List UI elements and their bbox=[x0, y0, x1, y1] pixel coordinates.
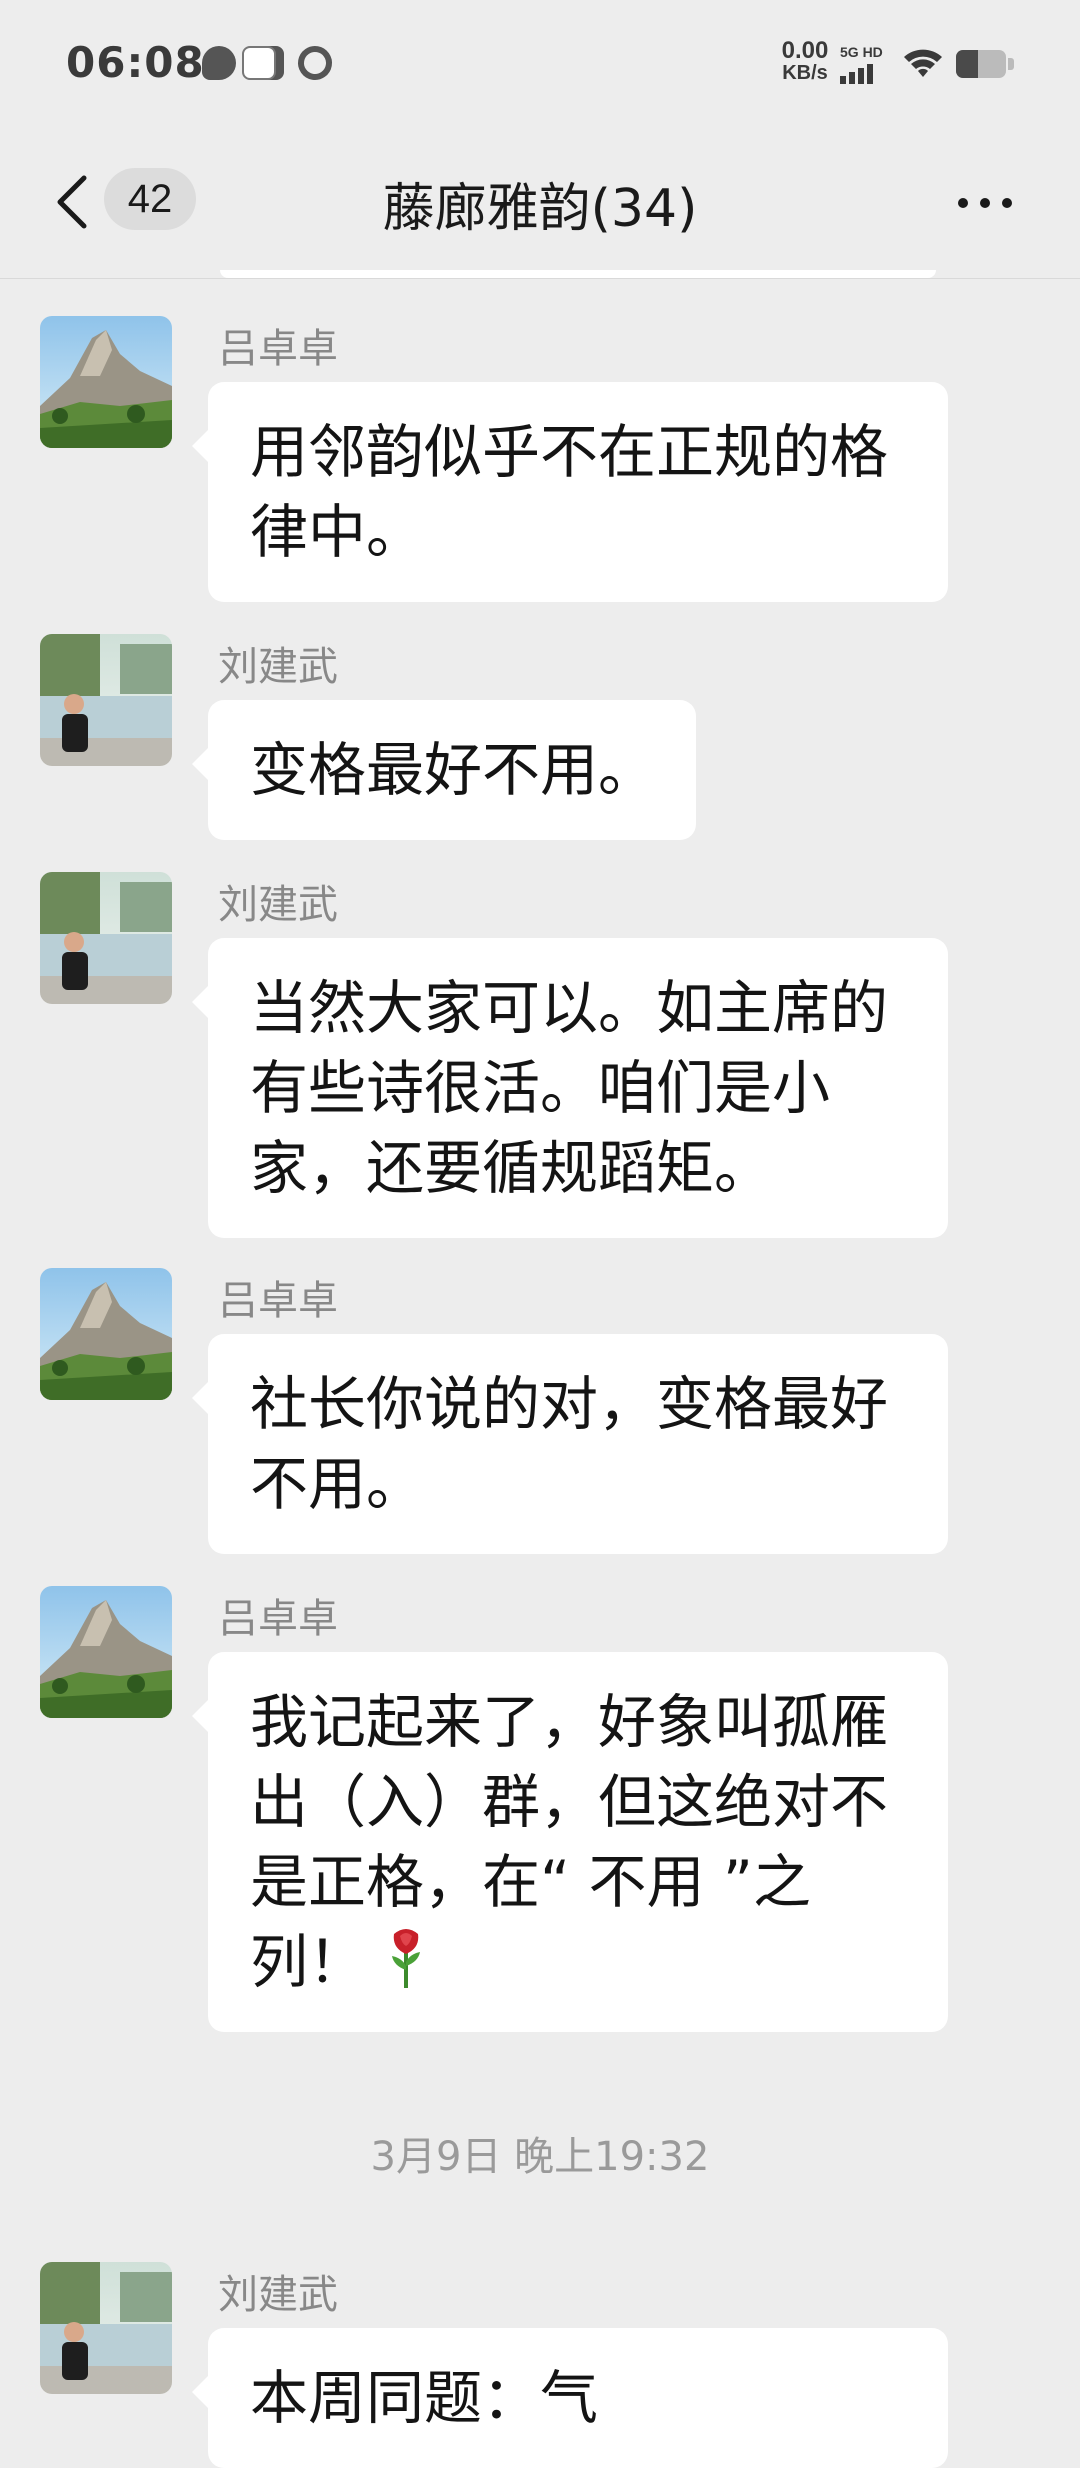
sender-name: 刘建武 bbox=[218, 644, 338, 690]
sender-name: 吕卓卓 bbox=[218, 326, 338, 372]
message-bubble[interactable]: 变格最好不用。 bbox=[191, 700, 697, 840]
sender-name: 刘建武 bbox=[218, 2272, 338, 2318]
network-label: 5G HD bbox=[840, 44, 883, 60]
chat-title: 藤廊雅韵(34) bbox=[382, 179, 698, 239]
signal-icon: 5G HD bbox=[840, 44, 892, 84]
message-bubble[interactable]: 社长你说的对，变格最好不用。 bbox=[192, 1334, 948, 1554]
network-speed-unit: KB/s bbox=[782, 62, 828, 84]
network-speed: 0.00 KB/s bbox=[770, 37, 840, 85]
link-icon bbox=[291, 39, 339, 87]
chat-bubble-icon bbox=[202, 46, 236, 80]
message-bubble[interactable]: 本周同题：气 bbox=[192, 2328, 948, 2468]
battery-icon bbox=[956, 50, 1006, 78]
status-time: 06:08 bbox=[66, 38, 205, 87]
status-bar: 06:08 0.00 KB/s 5G HD bbox=[0, 0, 1080, 130]
notification-icons bbox=[202, 39, 339, 87]
back-chevron-icon[interactable] bbox=[48, 166, 98, 238]
chat-header: 42 藤廊雅韵(34) bbox=[0, 130, 1080, 279]
avatar[interactable] bbox=[40, 316, 172, 448]
previous-message-bubble bbox=[220, 270, 936, 278]
avatar[interactable] bbox=[40, 1268, 172, 1400]
sender-name: 吕卓卓 bbox=[218, 1278, 338, 1324]
sender-name: 刘建武 bbox=[218, 882, 338, 928]
avatar[interactable] bbox=[40, 2262, 172, 2394]
avatar-icon bbox=[242, 46, 276, 80]
chat-timestamp: 3月9日 晚上19:32 bbox=[370, 2134, 710, 2180]
more-dots-icon[interactable] bbox=[950, 178, 1020, 228]
avatar[interactable] bbox=[40, 872, 172, 1004]
message-bubble[interactable]: 用邻韵似乎不在正规的格律中。 bbox=[192, 382, 948, 602]
wifi-icon bbox=[904, 49, 942, 77]
message-text: 我记起来了，好象叫孤雁出（入）群，但这绝对不是正格，在“ 不用 ”之列！ bbox=[250, 1688, 889, 1996]
message-bubble[interactable]: 当然大家可以。如主席的有些诗很活。咱们是小家，还要循规蹈矩。 bbox=[192, 938, 948, 1238]
sender-name: 吕卓卓 bbox=[218, 1596, 338, 1642]
avatar[interactable] bbox=[40, 1586, 172, 1718]
avatar[interactable] bbox=[40, 634, 172, 766]
network-speed-value: 0.00 bbox=[781, 37, 829, 64]
message-bubble[interactable]: 我记起来了，好象叫孤雁出（入）群，但这绝对不是正格，在“ 不用 ”之列！ bbox=[192, 1652, 948, 2032]
rose-emoji-icon bbox=[386, 1926, 426, 1990]
unread-count-badge[interactable]: 42 bbox=[104, 168, 196, 230]
